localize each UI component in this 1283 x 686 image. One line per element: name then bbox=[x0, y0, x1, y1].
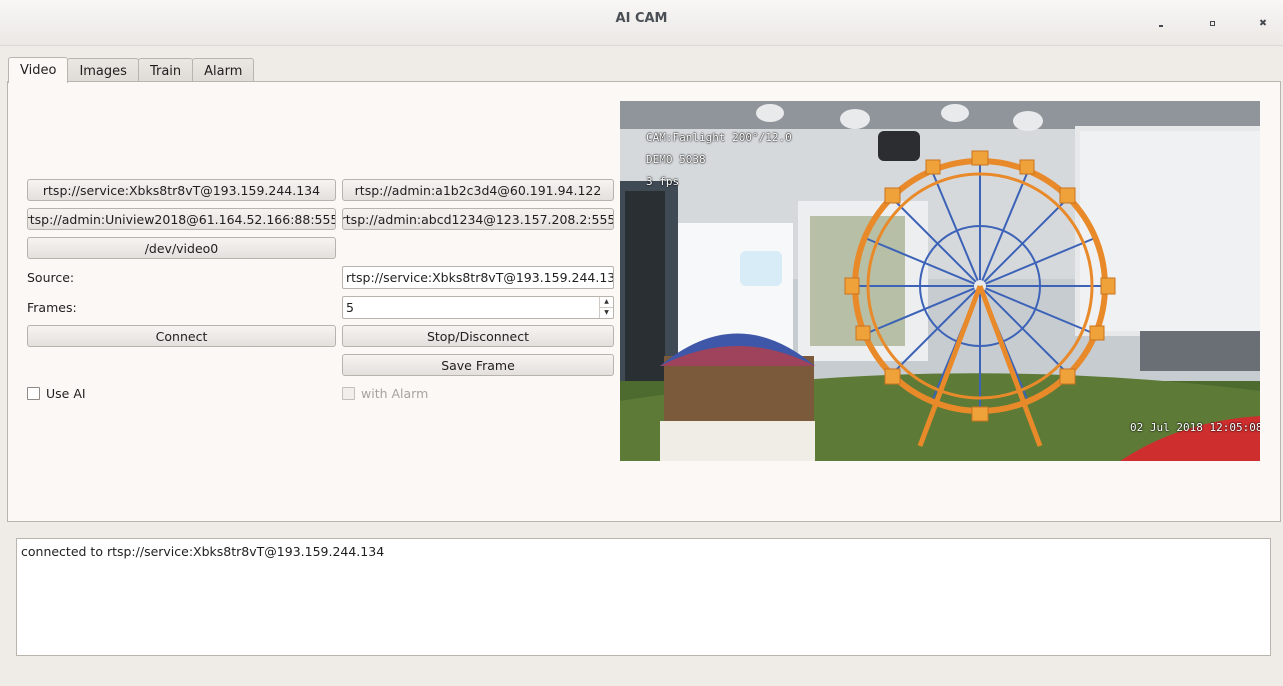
connect-button[interactable]: Connect bbox=[27, 325, 336, 347]
video-preview: CAM:Fanlight 200°/12.0 DEMO 5038 3 fps 0… bbox=[620, 101, 1260, 461]
with-alarm-label: with Alarm bbox=[361, 386, 429, 401]
source-label: Source: bbox=[27, 270, 75, 285]
maximize-button[interactable] bbox=[1203, 14, 1221, 32]
osd-fps: 3 fps bbox=[646, 175, 680, 188]
frames-spinbox[interactable]: 5 ▲ ▼ bbox=[342, 296, 614, 319]
close-icon bbox=[1260, 20, 1267, 27]
log-line: connected to rtsp://service:Xbks8tr8vT@1… bbox=[21, 544, 385, 559]
camera-frame-image bbox=[620, 101, 1260, 461]
osd-timestamp: 02 Jul 2018 12:05:08 bbox=[1130, 421, 1260, 434]
minimize-button[interactable] bbox=[1152, 14, 1170, 32]
frames-label: Frames: bbox=[27, 300, 77, 315]
save-frame-button[interactable]: Save Frame bbox=[342, 354, 614, 376]
preset-source-button-3[interactable]: rtsp://admin:Uniview2018@61.164.52.166:8… bbox=[27, 208, 336, 230]
frames-value: 5 bbox=[346, 300, 354, 315]
preset-source-button-2[interactable]: rtsp://admin:a1b2c3d4@60.191.94.122 bbox=[342, 179, 614, 201]
window-title: AI CAM bbox=[615, 11, 668, 26]
spin-down-icon[interactable]: ▼ bbox=[600, 308, 613, 318]
tab-alarm[interactable]: Alarm bbox=[192, 58, 255, 83]
title-bar: AI CAM bbox=[0, 0, 1283, 46]
log-output[interactable]: connected to rtsp://service:Xbks8tr8vT@1… bbox=[16, 538, 1271, 656]
minimize-icon bbox=[1159, 25, 1163, 27]
osd-model: DEMO 5038 bbox=[646, 153, 706, 166]
close-button[interactable] bbox=[1254, 14, 1272, 32]
frames-spin-arrows: ▲ ▼ bbox=[599, 297, 613, 318]
use-ai-label: Use AI bbox=[46, 386, 86, 401]
tab-video[interactable]: Video bbox=[8, 57, 69, 83]
osd-camera-name: CAM:Fanlight 200°/12.0 bbox=[646, 131, 792, 144]
preset-source-button-1[interactable]: rtsp://service:Xbks8tr8vT@193.159.244.13… bbox=[27, 179, 336, 201]
stop-disconnect-button[interactable]: Stop/Disconnect bbox=[342, 325, 614, 347]
preset-source-button-4[interactable]: rtsp://admin:abcd1234@123.157.208.2:555 bbox=[342, 208, 614, 230]
source-input[interactable]: rtsp://service:Xbks8tr8vT@193.159.244.13… bbox=[342, 266, 614, 289]
with-alarm-checkbox-box bbox=[342, 387, 355, 400]
tab-bar: Video Images Train Alarm bbox=[8, 57, 255, 83]
preset-source-button-5[interactable]: /dev/video0 bbox=[27, 237, 336, 259]
maximize-icon bbox=[1209, 20, 1215, 26]
use-ai-checkbox-box[interactable] bbox=[27, 387, 40, 400]
with-alarm-checkbox: with Alarm bbox=[342, 386, 428, 401]
tab-images[interactable]: Images bbox=[67, 58, 139, 83]
use-ai-checkbox[interactable]: Use AI bbox=[27, 386, 86, 401]
spin-up-icon[interactable]: ▲ bbox=[600, 297, 613, 308]
tab-train[interactable]: Train bbox=[137, 58, 194, 83]
